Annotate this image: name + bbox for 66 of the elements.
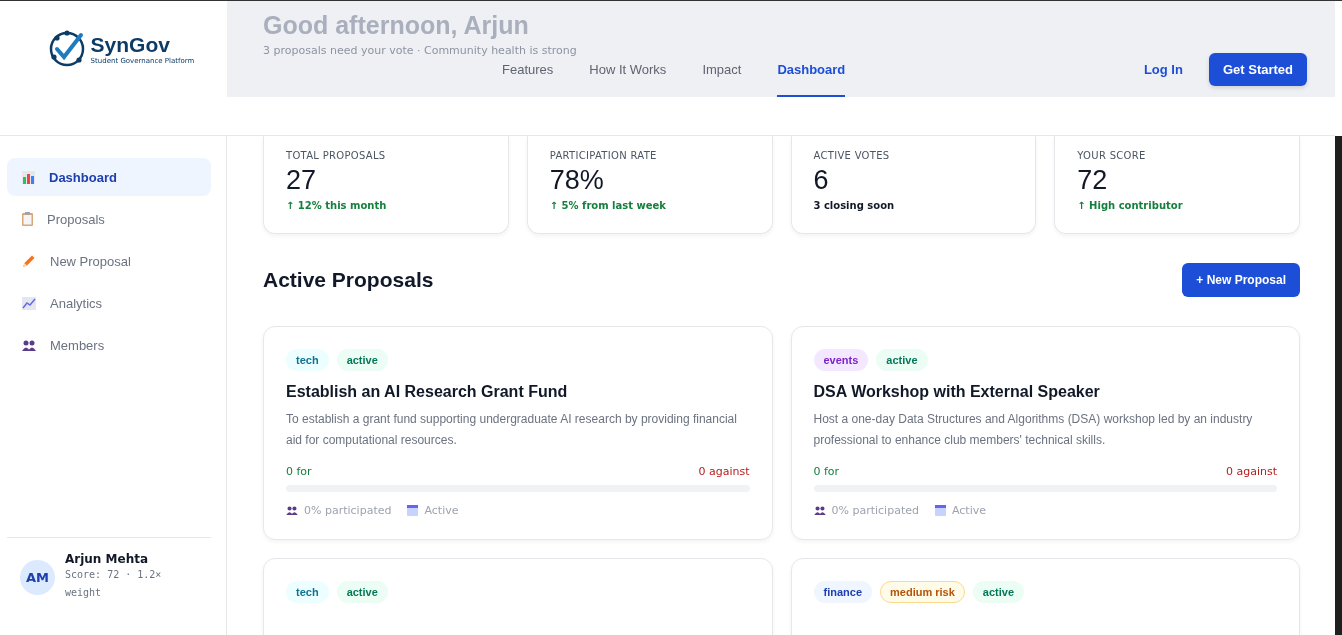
stat-note: ↑ 5% from last week <box>549 200 667 211</box>
stat-label: YOUR SCORE <box>1077 150 1147 161</box>
votes-against: 0 against <box>1225 465 1277 478</box>
brand-name: SynGov <box>90 33 171 57</box>
sidebar-item[interactable]: Members <box>7 326 211 364</box>
login-link[interactable]: Log In <box>1143 61 1183 77</box>
stat-value: 78% <box>549 165 605 196</box>
proposal-card[interactable]: tech active <box>263 558 773 635</box>
sidebar-item[interactable]: New Proposal <box>7 242 211 280</box>
stat-value: 27 <box>286 165 318 196</box>
bar-chart-icon <box>22 170 35 184</box>
tag: tech <box>286 581 329 603</box>
user-score: Score: 72 · 1.2× weight <box>65 568 163 600</box>
tag: active <box>972 581 1025 603</box>
line-chart-icon <box>22 296 36 310</box>
participation-text: 0% participated <box>304 504 392 517</box>
participation-text: 0% participated <box>831 504 919 517</box>
tag: active <box>336 349 388 371</box>
section-heading: Active Proposals <box>263 268 434 292</box>
tag: events <box>813 349 869 371</box>
proposal-description: Host a one-day Data Structures and Algorithms (DSA) workshop led by an industry professional to enhance club members' technical skills. <box>813 411 1254 449</box>
tag: tech <box>286 349 329 371</box>
clipboard-icon <box>22 212 33 226</box>
stat-value: 72 <box>1077 165 1109 196</box>
sidebar-item[interactable]: Analytics <box>7 284 211 322</box>
stat-note: ↑ High contributor <box>1077 200 1184 211</box>
nav-link[interactable]: How It Works <box>589 62 667 97</box>
sidebar-item[interactable]: Proposals <box>7 200 211 238</box>
people-icon <box>286 506 298 515</box>
tag: active <box>336 581 388 603</box>
calendar-icon <box>934 505 946 516</box>
sidebar-item[interactable]: Dashboard <box>7 158 211 196</box>
proposal-card[interactable]: finance medium risk active <box>790 558 1300 635</box>
tag: active <box>876 349 928 371</box>
proposal-card[interactable] <box>790 326 1300 540</box>
stat-value: 6 <box>813 165 830 196</box>
votes-against: 0 against <box>698 465 750 478</box>
status-text: Active <box>951 504 986 517</box>
proposal-description: To establish a grant fund supporting undergraduate AI research by providing financial aid for computational resources. <box>286 411 738 449</box>
new-proposal-button[interactable]: + New Proposal <box>1182 263 1300 297</box>
proposal-card[interactable] <box>263 326 773 540</box>
pencil-icon <box>22 254 36 268</box>
user-name: Arjun Mehta <box>65 552 150 566</box>
greeting-heading: Good afternoon, Arjun <box>263 11 530 40</box>
nav-link[interactable]: Impact <box>702 62 742 97</box>
user-avatar: AM <box>20 559 55 595</box>
tag: medium risk <box>880 581 965 603</box>
get-started-button[interactable]: Get Started <box>1208 52 1307 86</box>
scrollbar[interactable] <box>1335 136 1342 635</box>
nav-link[interactable]: Dashboard <box>777 62 846 97</box>
stat-note: 3 closing soon <box>813 200 896 211</box>
calendar-icon <box>407 505 419 516</box>
stat-label: ACTIVE VOTES <box>813 150 891 161</box>
greeting-subtitle: 3 proposals need your vote · Community health is strong <box>263 44 577 57</box>
people-icon <box>22 339 36 351</box>
people-icon <box>813 506 826 515</box>
proposal-title: Establish an AI Research Grant Fund <box>286 383 569 401</box>
votes-for: 0 for <box>813 465 840 478</box>
stat-note: ↑ 12% this month <box>286 200 388 211</box>
status-text: Active <box>424 504 459 517</box>
votes-for: 0 for <box>286 465 312 478</box>
tag: finance <box>813 581 872 603</box>
proposal-title: DSA Workshop with External Speaker <box>813 383 1101 401</box>
stat-label: PARTICIPATION RATE <box>549 150 658 161</box>
stat-label: TOTAL PROPOSALS <box>286 150 387 161</box>
nav-link[interactable]: Features <box>502 62 554 97</box>
